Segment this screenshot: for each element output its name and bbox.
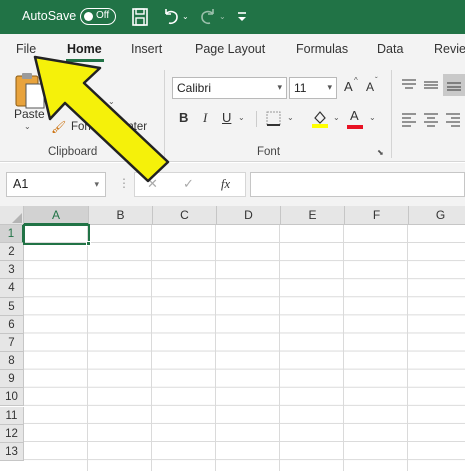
column-header-f[interactable]: F — [345, 206, 409, 225]
row-header[interactable]: 4 — [0, 279, 24, 298]
toggle-knob — [84, 11, 93, 21]
tab-formulas[interactable]: Formulas — [296, 42, 348, 56]
underline-button[interactable]: U — [222, 110, 231, 125]
copy-label[interactable]: Co — [70, 96, 85, 110]
fill-handle[interactable] — [86, 241, 91, 246]
worksheet-grid: A B C D E F G 1 2 3 4 5 6 7 8 9 10 11 12… — [0, 206, 465, 471]
bottom-align-icon — [447, 82, 461, 91]
font-name-value: Calibri — [177, 81, 212, 95]
underline-dropdown-icon[interactable]: ⌄ — [238, 113, 245, 122]
font-size-value: 11 — [294, 81, 307, 95]
font-size-select[interactable]: 11 ▾ — [289, 77, 337, 99]
font-color-button[interactable]: A — [350, 108, 359, 123]
font-name-select[interactable]: Calibri ▾ — [172, 77, 287, 99]
paste-dropdown-icon[interactable]: ⌄ — [24, 122, 31, 131]
column-header-b[interactable]: B — [89, 206, 153, 225]
autosave-toggle[interactable]: Off — [80, 8, 116, 25]
row-header[interactable]: 11 — [0, 406, 24, 425]
row-header[interactable]: 6 — [0, 315, 24, 334]
grow-font-caret-icon: ^ — [354, 76, 358, 85]
insert-function-icon[interactable]: fx — [221, 177, 230, 192]
row-header[interactable]: 3 — [0, 261, 24, 280]
font-color-swatch — [347, 125, 363, 129]
row-header[interactable]: 8 — [0, 352, 24, 371]
ribbon: Paste ⌄ Co ⌄ 🖌 Format Painter Clipboard … — [0, 64, 465, 162]
customize-quick-access-icon[interactable] — [233, 6, 255, 28]
bold-button[interactable]: B — [179, 110, 188, 125]
tab-file[interactable]: File — [16, 42, 36, 56]
middle-align-icon[interactable] — [423, 77, 439, 93]
active-cell-a1[interactable] — [23, 224, 90, 245]
bottom-align-button[interactable] — [443, 74, 465, 96]
format-painter-label[interactable]: Format Painter — [71, 121, 147, 133]
grow-font-button[interactable]: A — [344, 79, 353, 94]
select-all-corner[interactable] — [0, 206, 24, 225]
formula-buttons: ✕ ✓ fx — [134, 172, 246, 197]
tab-page-layout[interactable]: Page Layout — [195, 42, 265, 56]
active-tab-indicator — [66, 59, 104, 62]
column-header-a[interactable]: A — [24, 206, 89, 225]
borders-icon[interactable] — [265, 111, 283, 127]
font-dialog-launcher-icon[interactable]: ⬊ — [377, 148, 384, 157]
paste-icon[interactable] — [12, 70, 48, 112]
redo-dropdown-chevron-icon[interactable]: ⌄ — [219, 12, 226, 21]
copy-dropdown-icon[interactable]: ⌄ — [108, 97, 115, 106]
italic-button[interactable]: I — [203, 110, 207, 126]
align-center-icon[interactable] — [423, 111, 439, 127]
align-right-icon[interactable] — [445, 111, 461, 127]
redo-icon[interactable] — [197, 6, 219, 28]
name-box-value: A1 — [13, 177, 29, 191]
row-header[interactable]: 9 — [0, 370, 24, 389]
row-header[interactable]: 2 — [0, 243, 24, 262]
autosave-state: Off — [96, 10, 110, 21]
fill-color-dropdown-icon[interactable]: ⌄ — [333, 113, 340, 122]
row-header[interactable]: 13 — [0, 442, 24, 461]
top-align-icon[interactable] — [401, 77, 417, 93]
column-header-e[interactable]: E — [281, 206, 345, 225]
chevron-down-icon: ▾ — [327, 82, 332, 92]
tab-review[interactable]: Revie — [434, 42, 465, 56]
align-left-icon[interactable] — [401, 111, 417, 127]
title-bar: AutoSave Off ⌄ ⌄ — [0, 0, 465, 34]
formula-input[interactable] — [250, 172, 465, 197]
chevron-down-icon: ▾ — [94, 179, 99, 189]
group-separator — [164, 70, 165, 158]
tab-data[interactable]: Data — [377, 42, 403, 56]
enter-icon[interactable]: ✓ — [183, 176, 194, 192]
format-painter-icon[interactable]: 🖌 — [51, 120, 66, 134]
save-icon[interactable] — [129, 6, 151, 28]
formula-bar-grip-icon[interactable]: ⋮ — [118, 176, 130, 190]
separator — [256, 111, 257, 127]
column-header-g[interactable]: G — [409, 206, 465, 225]
cancel-icon[interactable]: ✕ — [147, 176, 158, 192]
row-header[interactable]: 1 — [0, 225, 24, 244]
name-box[interactable]: A1 ▾ — [6, 172, 106, 197]
shrink-font-button[interactable]: A — [366, 80, 374, 94]
fill-color-icon[interactable] — [311, 109, 329, 129]
row-header[interactable]: 10 — [0, 388, 24, 407]
autosave-label: AutoSave — [22, 9, 77, 23]
row-header[interactable]: 7 — [0, 333, 24, 353]
column-header-d[interactable]: D — [217, 206, 281, 225]
borders-dropdown-icon[interactable]: ⌄ — [287, 113, 294, 122]
tab-insert[interactable]: Insert — [131, 42, 162, 56]
group-separator — [391, 70, 392, 158]
clipboard-group-label: Clipboard — [48, 146, 98, 158]
select-all-triangle-icon — [12, 213, 22, 223]
undo-icon[interactable] — [160, 6, 182, 28]
chevron-down-icon: ▾ — [277, 82, 282, 92]
cell-area[interactable] — [24, 225, 465, 471]
font-group-label: Font — [257, 146, 281, 158]
row-header[interactable]: 12 — [0, 424, 24, 443]
column-header-c[interactable]: C — [153, 206, 217, 225]
shrink-font-caret-icon: ˇ — [375, 76, 378, 85]
formula-bar: A1 ▾ ⋮ ✕ ✓ fx — [0, 163, 465, 206]
row-header[interactable]: 5 — [0, 297, 24, 316]
undo-dropdown-chevron-icon[interactable]: ⌄ — [182, 12, 189, 21]
tab-home[interactable]: Home — [67, 42, 102, 56]
paste-label[interactable]: Paste — [14, 107, 45, 121]
font-color-dropdown-icon[interactable]: ⌄ — [369, 113, 376, 122]
